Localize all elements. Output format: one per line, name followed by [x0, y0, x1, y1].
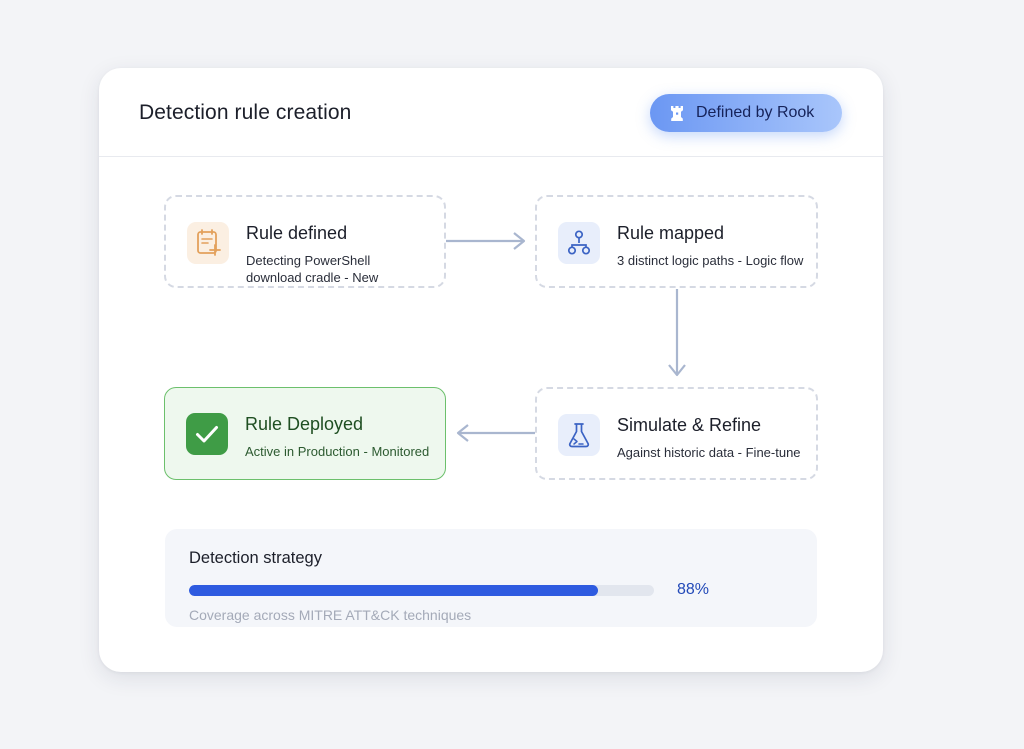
- document-plus-icon: [187, 222, 229, 264]
- step-subtitle-line: Against historic data - Fine-tune: [617, 445, 801, 460]
- rook-icon: [671, 106, 683, 121]
- card-title: Detection rule creation: [139, 101, 352, 124]
- step-subtitle: Active in Production - Monitored: [245, 443, 429, 460]
- flask-icon: [558, 414, 600, 456]
- card-header: Detection rule creation Defined by Rook: [99, 68, 883, 157]
- step-rule-deployed[interactable]: Rule Deployed Active in Production - Mon…: [164, 387, 446, 480]
- step-title: Rule mapped: [617, 223, 725, 243]
- step-subtitle-line: Active in Production - Monitored: [245, 444, 430, 459]
- step-subtitle-line: download cradle - New: [246, 270, 379, 285]
- coverage-progress-bar: [189, 585, 654, 596]
- step-title: Rule Deployed: [245, 414, 364, 434]
- checkmark-icon: [186, 413, 228, 455]
- step-simulate-refine[interactable]: Simulate & Refine Against historic data …: [535, 387, 818, 480]
- step-subtitle-line: Detecting PowerShell: [246, 253, 371, 268]
- step-subtitle: Against historic data - Fine-tune: [617, 444, 801, 461]
- step-subtitle-line: 3 distinct logic paths - Logic flow: [617, 253, 804, 268]
- coverage-percent: 88%: [677, 581, 710, 598]
- arrow-down-icon: [668, 289, 686, 377]
- coverage-progress-fill: [189, 585, 599, 596]
- strategy-caption: Coverage across MITRE ATT&CK techniques: [189, 607, 472, 623]
- arrow-right-icon: [446, 232, 526, 250]
- strategy-title: Detection strategy: [189, 549, 322, 567]
- hierarchy-icon: [558, 222, 600, 264]
- detection-rule-card: Detection rule creation Defined by Rook …: [99, 68, 883, 672]
- step-rule-mapped[interactable]: Rule mapped 3 distinct logic paths - Log…: [535, 195, 818, 288]
- defined-by-rook-badge[interactable]: Defined by Rook: [650, 94, 842, 132]
- detection-strategy-panel: Detection strategy 88% Coverage across M…: [165, 529, 817, 627]
- arrow-left-icon: [456, 424, 536, 442]
- step-subtitle: 3 distinct logic paths - Logic flow: [617, 252, 803, 269]
- badge-label: Defined by Rook: [696, 104, 815, 121]
- step-title: Simulate & Refine: [617, 415, 762, 435]
- step-title: Rule defined: [246, 223, 348, 243]
- step-rule-defined[interactable]: Rule defined Detecting PowerShell downlo…: [164, 195, 446, 288]
- step-subtitle: Detecting PowerShell download cradle - N…: [246, 252, 378, 286]
